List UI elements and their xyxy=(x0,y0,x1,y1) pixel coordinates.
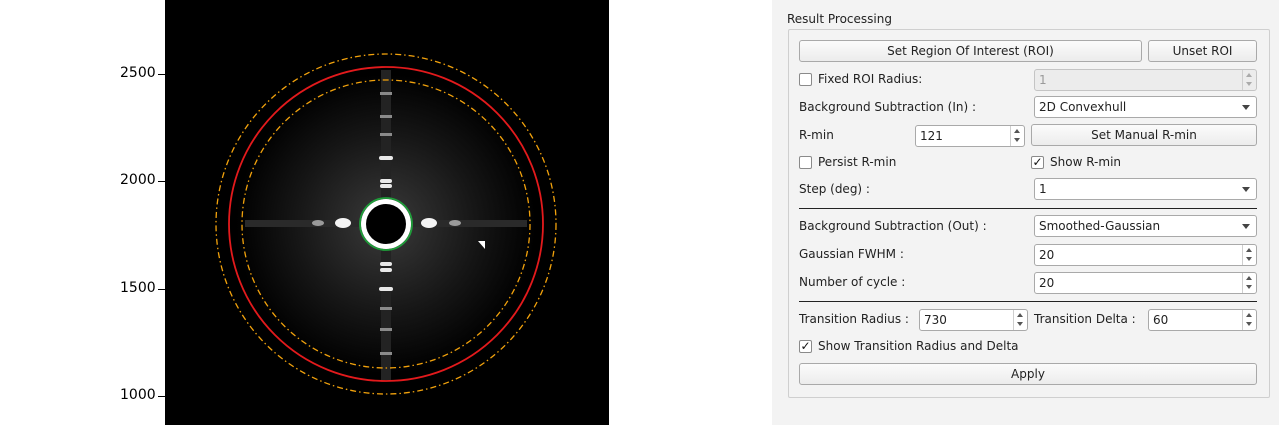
bg-out-value: Smoothed-Gaussian xyxy=(1039,219,1161,233)
section-divider xyxy=(799,208,1257,209)
diffraction-image[interactable] xyxy=(165,0,609,425)
y-tick-mark xyxy=(158,396,165,397)
y-tick-label: 1500 xyxy=(120,280,156,296)
transition-delta-spinbox[interactable]: 60 xyxy=(1148,309,1257,331)
fixed-roi-checkbox[interactable] xyxy=(799,73,812,86)
set-manual-rmin-button[interactable]: Set Manual R-min xyxy=(1031,124,1257,146)
spin-down-icon xyxy=(1246,82,1252,86)
y-tick-mark xyxy=(158,289,165,290)
transition-radius-value: 730 xyxy=(924,313,947,327)
show-transition-checkbox[interactable]: ✓ xyxy=(799,340,812,353)
reflection-spot xyxy=(380,268,392,272)
show-rmin-checkbox[interactable]: ✓ xyxy=(1031,156,1044,169)
bg-in-label: Background Subtraction (In) : xyxy=(799,100,976,114)
spin-up-icon xyxy=(1014,129,1020,133)
step-combo[interactable]: 1 xyxy=(1034,178,1257,200)
reflection-spot xyxy=(380,262,392,266)
transition-radius-label: Transition Radius : xyxy=(799,312,909,326)
chevron-down-icon xyxy=(1242,105,1250,110)
reflection-spot xyxy=(380,92,392,95)
reflection-spot xyxy=(380,179,392,183)
set-roi-button[interactable]: Set Region Of Interest (ROI) xyxy=(799,40,1142,62)
transition-delta-value: 60 xyxy=(1153,313,1169,327)
fixed-roi-spinbox[interactable]: 1 xyxy=(1034,69,1257,91)
reflection-spot xyxy=(335,218,351,228)
num-cycle-label: Number of cycle : xyxy=(799,275,906,289)
bg-in-combo[interactable]: 2D Convexhull xyxy=(1034,96,1257,118)
image-plot-area: 2500 2000 1500 1000 xyxy=(0,0,772,425)
gaussian-fwhm-value: 20 xyxy=(1039,248,1055,262)
spin-up-icon xyxy=(1246,276,1252,280)
spin-buttons[interactable] xyxy=(1013,310,1027,330)
bg-in-value: 2D Convexhull xyxy=(1039,100,1127,114)
show-transition-label: Show Transition Radius and Delta xyxy=(818,339,1019,353)
reflection-spot xyxy=(380,307,392,310)
spin-buttons[interactable] xyxy=(1242,310,1256,330)
spin-buttons[interactable] xyxy=(1242,70,1256,90)
spin-down-icon xyxy=(1014,138,1020,142)
transition-delta-label: Transition Delta : xyxy=(1034,312,1136,326)
y-tick-mark xyxy=(158,74,165,75)
chevron-down-icon xyxy=(1242,224,1250,229)
reflection-spot xyxy=(449,220,461,226)
chevron-down-icon xyxy=(1242,187,1250,192)
reflection-spot xyxy=(380,352,392,355)
gaussian-fwhm-spinbox[interactable]: 20 xyxy=(1034,244,1257,266)
num-cycle-spinbox[interactable]: 20 xyxy=(1034,272,1257,294)
step-label: Step (deg) : xyxy=(799,182,870,196)
reflection-spot xyxy=(380,328,392,331)
fixed-roi-value: 1 xyxy=(1039,73,1047,87)
reflection-spot xyxy=(380,115,392,118)
y-tick-label: 2500 xyxy=(120,65,156,81)
bg-out-combo[interactable]: Smoothed-Gaussian xyxy=(1034,215,1257,237)
spin-buttons[interactable] xyxy=(1010,126,1024,146)
spin-up-icon xyxy=(1246,313,1252,317)
reflection-spot xyxy=(380,184,392,188)
reflection-spot xyxy=(379,156,393,160)
spin-up-icon xyxy=(1017,313,1023,317)
spin-up-icon xyxy=(1246,73,1252,77)
spin-up-icon xyxy=(1246,248,1252,252)
spin-buttons[interactable] xyxy=(1242,273,1256,293)
spin-down-icon xyxy=(1017,322,1023,326)
group-title: Result Processing xyxy=(787,12,892,26)
persist-rmin-label: Persist R-min xyxy=(818,155,897,169)
gaussian-fwhm-label: Gaussian FWHM : xyxy=(799,247,904,261)
transition-radius-spinbox[interactable]: 730 xyxy=(919,309,1028,331)
diffraction-pattern-svg xyxy=(215,53,557,395)
y-tick-label: 2000 xyxy=(120,172,156,188)
spin-buttons[interactable] xyxy=(1242,245,1256,265)
unset-roi-button[interactable]: Unset ROI xyxy=(1148,40,1257,62)
apply-button[interactable]: Apply xyxy=(799,363,1257,385)
persist-rmin-checkbox[interactable] xyxy=(799,156,812,169)
rmin-value: 121 xyxy=(920,129,943,143)
reflection-spot xyxy=(312,220,324,226)
spin-down-icon xyxy=(1246,322,1252,326)
spin-down-icon xyxy=(1246,257,1252,261)
reflection-spot xyxy=(421,218,437,228)
spin-down-icon xyxy=(1246,285,1252,289)
step-value: 1 xyxy=(1039,182,1047,196)
num-cycle-value: 20 xyxy=(1039,276,1055,290)
rmin-spinbox[interactable]: 121 xyxy=(915,125,1025,147)
y-tick-mark xyxy=(158,181,165,182)
rmin-label: R-min xyxy=(799,128,834,142)
beamstop xyxy=(366,204,406,244)
bg-out-label: Background Subtraction (Out) : xyxy=(799,219,987,233)
reflection-spot xyxy=(380,133,392,136)
y-tick-label: 1000 xyxy=(120,387,156,403)
section-divider xyxy=(799,301,1257,302)
show-rmin-label: Show R-min xyxy=(1050,155,1122,169)
fixed-roi-label: Fixed ROI Radius: xyxy=(818,72,923,86)
reflection-spot xyxy=(379,287,393,291)
